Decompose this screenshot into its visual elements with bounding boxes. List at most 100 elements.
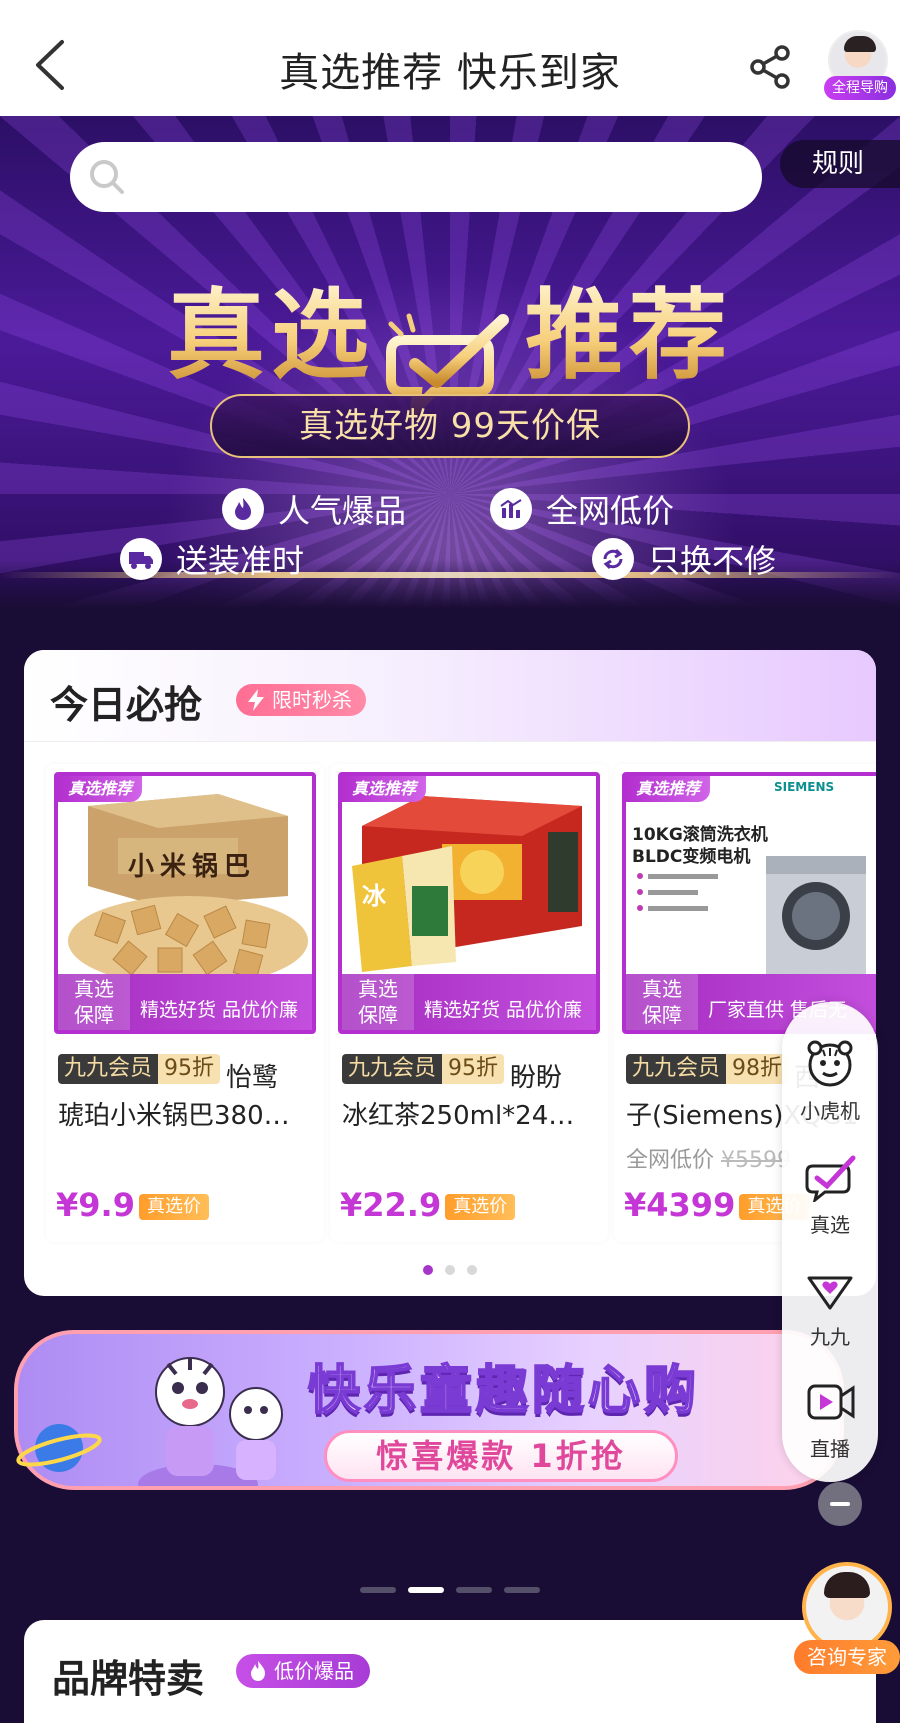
guarantee-line-1: 真选	[642, 977, 682, 1001]
kids-promo-banner[interactable]: 快乐童趣随心购 惊喜爆款 1折抢	[14, 1330, 844, 1490]
reference-price-value: ¥5599	[721, 1148, 792, 1173]
pager-dot[interactable]	[445, 1265, 455, 1275]
rail-item-live[interactable]: 直播	[782, 1376, 878, 1462]
consult-label: 咨询专家	[794, 1640, 900, 1674]
rail-item-jiujiu[interactable]: 九九	[782, 1264, 878, 1350]
feature-lowest-price: 全网低价	[490, 486, 674, 532]
product-image: 小米锅巴 真选推荐 真选 保障 精选好货 品优价廉	[54, 772, 316, 1034]
feature-label: 全网低价	[546, 492, 675, 530]
guarantee-line-2: 保障	[74, 1003, 114, 1027]
product-name-line2: 琥珀小米锅巴380…	[58, 1101, 290, 1131]
guarantee-line-1: 真选	[74, 977, 114, 1001]
member-discount-tag: 九九会员 95折	[58, 1054, 221, 1084]
feature-label: 只换不修	[648, 542, 777, 580]
brand-sale-section: 品牌特卖 低价爆品	[24, 1620, 876, 1723]
search-icon	[90, 160, 124, 194]
heart-badge-icon	[807, 1276, 853, 1310]
expert-avatar	[802, 1562, 892, 1652]
search-input[interactable]	[70, 142, 762, 212]
member-discount-tag: 九九会员 98折	[626, 1054, 789, 1084]
price-tag: 真选价	[138, 1194, 209, 1220]
guarantee-badge: 真选 保障	[58, 974, 130, 1030]
section-title: 今日必抢	[50, 683, 203, 727]
discount-label: 95折	[442, 1054, 505, 1084]
box-label: 冰	[362, 882, 386, 910]
rail-item-zhenxuan[interactable]: 真选	[782, 1152, 878, 1238]
rail-label: 直播	[810, 1437, 850, 1461]
hero-slogan-pill: 真选好物 99天价保	[210, 394, 690, 458]
brand-tag: 真选推荐	[58, 776, 143, 802]
discount-label: 98折	[726, 1054, 789, 1084]
product-slogan: 精选好货 品优价廉	[140, 999, 299, 1021]
carousel-indicator[interactable]	[408, 1587, 444, 1593]
member-label: 九九会员	[58, 1054, 159, 1084]
product-name: 九九会员 95折 盼盼 冰红茶250ml*24…	[342, 1054, 606, 1135]
feature-label: 送装准时	[176, 542, 305, 580]
product-price: ¥9.9 真选价	[56, 1186, 209, 1224]
product-name-start: 盼盼	[510, 1063, 563, 1093]
live-play-icon	[807, 1384, 855, 1420]
price-value: ¥4399	[624, 1186, 736, 1224]
brand-logo: SIEMENS	[774, 780, 835, 794]
price-chart-icon	[490, 488, 532, 530]
share-icon[interactable]	[748, 44, 794, 90]
rail-label: 九九	[810, 1325, 850, 1349]
collapse-rail-button[interactable]	[818, 1482, 862, 1526]
product-photo-washer	[626, 776, 876, 976]
product-card[interactable]: 小米锅巴 真选推荐 真选 保障 精选好货 品优价廉 九九会员 95折 怡鹭 琥珀小米…	[46, 764, 324, 1242]
pager-dot[interactable]	[423, 1265, 433, 1275]
product-name-start: 怡鹭	[226, 1063, 279, 1093]
shopping-guide-avatar[interactable]: 全程导购	[820, 30, 900, 102]
feature-replace: 只换不修	[592, 536, 776, 582]
carousel-indicator[interactable]	[504, 1587, 540, 1593]
today-must-grab-section: 今日必抢 限时秒杀 小米锅巴 真选推荐 真选 保障 精选好货 品优价廉 九九会员…	[24, 650, 876, 1296]
badge-label: 限时秒杀	[272, 688, 352, 712]
product-name: 九九会员 95折 怡鹭 琥珀小米锅巴380…	[58, 1054, 322, 1135]
guarantee-badge: 真选 保障	[626, 974, 698, 1030]
check-badge-icon	[805, 1155, 856, 1204]
rail-item-tiger[interactable]: 小虎机	[782, 1038, 878, 1124]
flash-sale-badge: 限时秒杀	[236, 684, 366, 716]
hero-title-right: 推荐	[525, 278, 734, 393]
product-slogan: 精选好货 品优价廉	[424, 999, 583, 1021]
guarantee-badge: 真选 保障	[342, 974, 414, 1030]
price-tag: 真选价	[445, 1194, 516, 1220]
guarantee-strip: 真选 保障 精选好货 品优价廉	[342, 974, 596, 1030]
spec-line-1: 10KG滚筒洗衣机	[632, 825, 768, 845]
hero-title-left: 真选	[166, 278, 375, 393]
carousel-indicator[interactable]	[456, 1587, 492, 1593]
feature-popular: 人气爆品	[222, 486, 406, 532]
badge-label: 低价爆品	[274, 1659, 354, 1683]
low-price-badge: 低价爆品	[236, 1654, 370, 1688]
product-image: 冰 真选推荐 真选 保障 精选好货 品优价廉	[338, 772, 600, 1034]
feature-label: 人气爆品	[278, 492, 407, 530]
hero-banner: 规则 真选 推荐 真选好物 99天价保 人气爆品 全网低价 送装准时 只换不修	[0, 116, 900, 620]
kids-banner-title: 快乐童趣随心购	[307, 1360, 701, 1422]
brand-tag: 真选推荐	[626, 776, 711, 802]
member-label: 九九会员	[626, 1054, 727, 1084]
member-discount-tag: 九九会员 95折	[342, 1054, 505, 1084]
exchange-icon	[592, 538, 634, 580]
carousel-indicator[interactable]	[360, 1587, 396, 1593]
floating-side-rail: 小虎机 真选 九九 直播	[782, 1002, 878, 1482]
lightning-icon	[248, 689, 264, 711]
guarantee-line-1: 真选	[358, 977, 398, 1001]
member-label: 九九会员	[342, 1054, 443, 1084]
avatar-tag: 全程导购	[824, 76, 896, 100]
section-title: 品牌特卖	[52, 1657, 205, 1701]
product-price: ¥22.9 真选价	[340, 1186, 516, 1224]
section-header: 今日必抢 限时秒杀	[24, 650, 876, 742]
brand-tag: 真选推荐	[342, 776, 427, 802]
guarantee-strip: 真选 保障 精选好货 品优价廉	[58, 974, 312, 1030]
kids-banner-pill: 惊喜爆款 1折抢	[324, 1430, 678, 1482]
product-card[interactable]: 冰 真选推荐 真选 保障 精选好货 品优价廉 九九会员 95折 盼盼 冰红茶250m…	[330, 764, 608, 1242]
product-pager	[24, 1260, 876, 1279]
rail-label: 真选	[810, 1213, 850, 1237]
product-name-line2: 冰红茶250ml*24…	[342, 1101, 575, 1131]
feature-on-time: 送装准时	[120, 536, 304, 582]
spec-line-2: BLDC变频电机	[632, 847, 751, 867]
rules-button[interactable]: 规则	[780, 140, 900, 188]
consult-expert-button[interactable]: 咨询专家	[794, 1562, 900, 1686]
pager-dot[interactable]	[467, 1265, 477, 1275]
top-bar: 真选推荐 快乐到家 全程导购	[0, 0, 900, 116]
